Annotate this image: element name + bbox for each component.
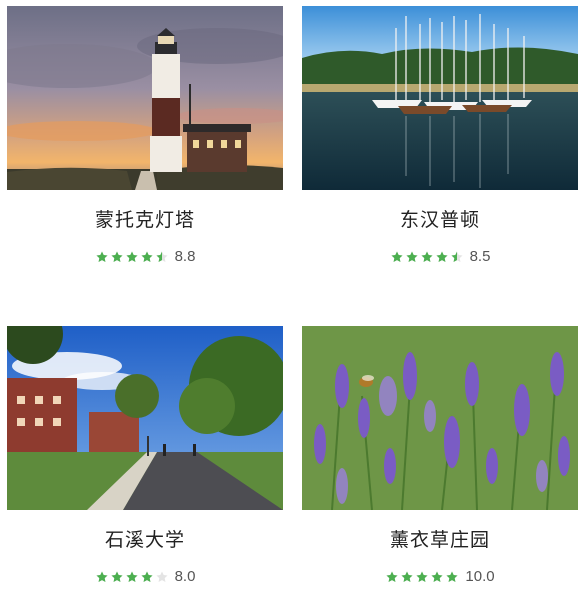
- rating-score: 8.5: [469, 248, 491, 265]
- star-rating: [95, 250, 169, 264]
- attraction-title[interactable]: 蒙托克灯塔: [7, 208, 283, 232]
- rating: 10.0: [302, 567, 578, 587]
- star-full-icon: [96, 571, 108, 582]
- star-full-icon: [96, 251, 108, 262]
- star-full-icon: [126, 251, 138, 262]
- star-full-icon: [391, 251, 403, 262]
- rating-score: 8.8: [174, 248, 196, 265]
- star-full-icon: [141, 571, 153, 582]
- attraction-title[interactable]: 东汉普顿: [302, 208, 578, 232]
- attraction-title[interactable]: 石溪大学: [7, 528, 283, 552]
- attraction-card-montauk-lighthouse[interactable]: 蒙托克灯塔 8.8: [7, 6, 283, 267]
- star-full-icon: [431, 571, 443, 582]
- star-half-icon: [451, 251, 463, 262]
- star-full-icon: [436, 251, 448, 262]
- attraction-card-lavender-farm[interactable]: 薰衣草庄园 10.0: [302, 326, 578, 587]
- star-rating: [390, 250, 464, 264]
- montauk-lighthouse-photo[interactable]: [7, 6, 283, 190]
- star-full-icon: [386, 571, 398, 582]
- star-full-icon: [111, 251, 123, 262]
- star-half-icon: [156, 251, 168, 262]
- rating: 8.8: [7, 247, 283, 267]
- star-rating: [385, 570, 459, 584]
- star-rating: [95, 570, 169, 584]
- star-full-icon: [141, 251, 153, 262]
- star-full-icon: [111, 571, 123, 582]
- rating: 8.5: [302, 247, 578, 267]
- attraction-card-east-hampton[interactable]: 东汉普顿 8.5: [302, 6, 578, 267]
- rating: 8.0: [7, 567, 283, 587]
- attraction-title[interactable]: 薰衣草庄园: [302, 528, 578, 552]
- rating-score: 8.0: [174, 568, 196, 585]
- attraction-card-stony-brook-university[interactable]: 石溪大学 8.0: [7, 326, 283, 587]
- rating-score: 10.0: [465, 568, 495, 585]
- star-full-icon: [416, 571, 428, 582]
- lavender-farm-photo[interactable]: [302, 326, 578, 510]
- star-empty-icon: [156, 571, 168, 582]
- star-full-icon: [446, 571, 458, 582]
- star-full-icon: [401, 571, 413, 582]
- star-full-icon: [126, 571, 138, 582]
- star-full-icon: [421, 251, 433, 262]
- east-hampton-photo[interactable]: [302, 6, 578, 190]
- stony-brook-university-photo[interactable]: [7, 326, 283, 510]
- star-full-icon: [406, 251, 418, 262]
